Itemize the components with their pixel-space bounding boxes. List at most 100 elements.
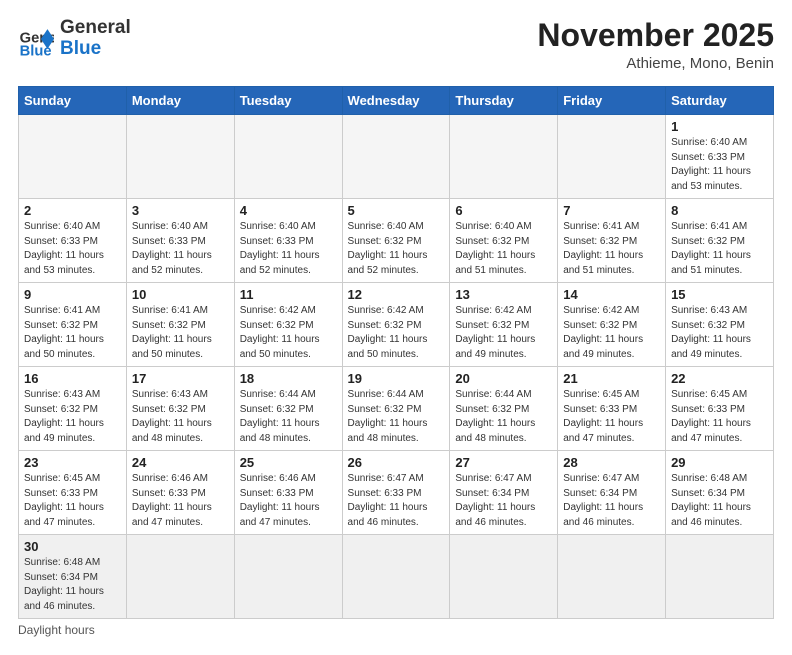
- day-number: 6: [455, 203, 552, 218]
- weekday-header-friday: Friday: [558, 87, 666, 115]
- calendar-cell: 7 Sunrise: 6:41 AM Sunset: 6:32 PM Daylig…: [558, 199, 666, 283]
- day-info: Sunrise: 6:44 AM Sunset: 6:32 PM Dayligh…: [240, 388, 337, 446]
- day-number: 19: [348, 371, 445, 386]
- day-number: 20: [455, 371, 552, 386]
- calendar-cell: [126, 115, 234, 199]
- calendar-week-row: 30 Sunrise: 6:48 AM Sunset: 6:34 PM Dayli…: [19, 535, 774, 619]
- day-info: Sunrise: 6:42 AM Sunset: 6:32 PM Dayligh…: [563, 304, 660, 362]
- weekday-header-row: SundayMondayTuesdayWednesdayThursdayFrid…: [19, 87, 774, 115]
- logo-general-text: General: [60, 18, 131, 39]
- day-info: Sunrise: 6:41 AM Sunset: 6:32 PM Dayligh…: [24, 304, 121, 362]
- day-number: 17: [132, 371, 229, 386]
- calendar-cell: 25 Sunrise: 6:46 AM Sunset: 6:33 PM Dayli…: [234, 451, 342, 535]
- day-number: 7: [563, 203, 660, 218]
- calendar-cell: 28Sunrise: 6:47 AM Sunset: 6:34 PM Dayli…: [558, 451, 666, 535]
- day-number: 4: [240, 203, 337, 218]
- calendar-cell: [126, 535, 234, 619]
- calendar-cell: 19 Sunrise: 6:44 AM Sunset: 6:32 PM Dayli…: [342, 367, 450, 451]
- day-info: Sunrise: 6:46 AM Sunset: 6:33 PM Dayligh…: [132, 472, 229, 530]
- day-info: Sunrise: 6:40 AM Sunset: 6:33 PM Dayligh…: [132, 220, 229, 278]
- day-info: Sunrise: 6:45 AM Sunset: 6:33 PM Dayligh…: [563, 388, 660, 446]
- day-number: 1: [671, 119, 768, 134]
- calendar-cell: 16 Sunrise: 6:43 AM Sunset: 6:32 PM Dayli…: [19, 367, 127, 451]
- calendar-cell: [450, 115, 558, 199]
- calendar-cell: [19, 115, 127, 199]
- calendar-cell: 26 Sunrise: 6:47 AM Sunset: 6:33 PM Dayli…: [342, 451, 450, 535]
- day-number: 26: [348, 455, 445, 470]
- calendar-cell: 22 Sunrise: 6:45 AM Sunset: 6:33 PM Dayli…: [666, 367, 774, 451]
- calendar-cell: 11 Sunrise: 6:42 AM Sunset: 6:32 PM Dayli…: [234, 283, 342, 367]
- day-info: Sunrise: 6:47 AM Sunset: 6:33 PM Dayligh…: [348, 472, 445, 530]
- calendar-week-row: 16 Sunrise: 6:43 AM Sunset: 6:32 PM Dayli…: [19, 367, 774, 451]
- calendar-week-row: 9Sunrise: 6:41 AM Sunset: 6:32 PM Daylig…: [19, 283, 774, 367]
- logo-blue-text: Blue: [60, 39, 131, 60]
- calendar-cell: 13Sunrise: 6:42 AM Sunset: 6:32 PM Dayli…: [450, 283, 558, 367]
- day-info: Sunrise: 6:44 AM Sunset: 6:32 PM Dayligh…: [348, 388, 445, 446]
- day-info: Sunrise: 6:47 AM Sunset: 6:34 PM Dayligh…: [563, 472, 660, 530]
- calendar-cell: [342, 115, 450, 199]
- day-info: Sunrise: 6:44 AM Sunset: 6:32 PM Dayligh…: [455, 388, 552, 446]
- calendar-cell: 27Sunrise: 6:47 AM Sunset: 6:34 PM Dayli…: [450, 451, 558, 535]
- day-info: Sunrise: 6:48 AM Sunset: 6:34 PM Dayligh…: [24, 556, 121, 614]
- calendar-cell: [450, 535, 558, 619]
- calendar-cell: 17Sunrise: 6:43 AM Sunset: 6:32 PM Dayli…: [126, 367, 234, 451]
- day-number: 5: [348, 203, 445, 218]
- weekday-header-thursday: Thursday: [450, 87, 558, 115]
- day-info: Sunrise: 6:42 AM Sunset: 6:32 PM Dayligh…: [455, 304, 552, 362]
- day-info: Sunrise: 6:41 AM Sunset: 6:32 PM Dayligh…: [671, 220, 768, 278]
- calendar-cell: 20 Sunrise: 6:44 AM Sunset: 6:32 PM Dayli…: [450, 367, 558, 451]
- calendar-cell: 12Sunrise: 6:42 AM Sunset: 6:32 PM Dayli…: [342, 283, 450, 367]
- calendar-cell: 23Sunrise: 6:45 AM Sunset: 6:33 PM Dayli…: [19, 451, 127, 535]
- calendar-cell: 2 Sunrise: 6:40 AM Sunset: 6:33 PM Daylig…: [19, 199, 127, 283]
- day-info: Sunrise: 6:40 AM Sunset: 6:33 PM Dayligh…: [24, 220, 121, 278]
- title-block: November 2025 Athieme, Mono, Benin: [537, 18, 774, 72]
- day-info: Sunrise: 6:43 AM Sunset: 6:32 PM Dayligh…: [24, 388, 121, 446]
- calendar-cell: 10 Sunrise: 6:41 AM Sunset: 6:32 PM Dayli…: [126, 283, 234, 367]
- day-number: 25: [240, 455, 337, 470]
- day-number: 22: [671, 371, 768, 386]
- calendar-cell: 18 Sunrise: 6:44 AM Sunset: 6:32 PM Dayli…: [234, 367, 342, 451]
- calendar-cell: 3Sunrise: 6:40 AM Sunset: 6:33 PM Daylig…: [126, 199, 234, 283]
- day-number: 2: [24, 203, 121, 218]
- day-number: 29: [671, 455, 768, 470]
- calendar-cell: 24 Sunrise: 6:46 AM Sunset: 6:33 PM Dayli…: [126, 451, 234, 535]
- day-info: Sunrise: 6:46 AM Sunset: 6:33 PM Dayligh…: [240, 472, 337, 530]
- calendar-cell: 6Sunrise: 6:40 AM Sunset: 6:32 PM Daylig…: [450, 199, 558, 283]
- weekday-header-tuesday: Tuesday: [234, 87, 342, 115]
- calendar-cell: [342, 535, 450, 619]
- calendar-cell: [234, 115, 342, 199]
- footer: Daylight hours: [18, 623, 774, 637]
- day-info: Sunrise: 6:42 AM Sunset: 6:32 PM Dayligh…: [240, 304, 337, 362]
- day-info: Sunrise: 6:41 AM Sunset: 6:32 PM Dayligh…: [132, 304, 229, 362]
- calendar-cell: 30 Sunrise: 6:48 AM Sunset: 6:34 PM Dayli…: [19, 535, 127, 619]
- calendar-cell: 4Sunrise: 6:40 AM Sunset: 6:33 PM Daylig…: [234, 199, 342, 283]
- calendar-cell: 8 Sunrise: 6:41 AM Sunset: 6:32 PM Daylig…: [666, 199, 774, 283]
- calendar-cell: [558, 535, 666, 619]
- day-info: Sunrise: 6:42 AM Sunset: 6:32 PM Dayligh…: [348, 304, 445, 362]
- calendar-cell: 9Sunrise: 6:41 AM Sunset: 6:32 PM Daylig…: [19, 283, 127, 367]
- day-info: Sunrise: 6:48 AM Sunset: 6:34 PM Dayligh…: [671, 472, 768, 530]
- day-number: 8: [671, 203, 768, 218]
- day-number: 14: [563, 287, 660, 302]
- day-info: Sunrise: 6:41 AM Sunset: 6:32 PM Dayligh…: [563, 220, 660, 278]
- calendar-week-row: 23Sunrise: 6:45 AM Sunset: 6:33 PM Dayli…: [19, 451, 774, 535]
- day-number: 18: [240, 371, 337, 386]
- day-number: 10: [132, 287, 229, 302]
- weekday-header-wednesday: Wednesday: [342, 87, 450, 115]
- daylight-label: Daylight hours: [18, 623, 95, 637]
- day-number: 21: [563, 371, 660, 386]
- day-number: 16: [24, 371, 121, 386]
- day-info: Sunrise: 6:45 AM Sunset: 6:33 PM Dayligh…: [671, 388, 768, 446]
- weekday-header-saturday: Saturday: [666, 87, 774, 115]
- calendar-week-row: 1Sunrise: 6:40 AM Sunset: 6:33 PM Daylig…: [19, 115, 774, 199]
- calendar-cell: [234, 535, 342, 619]
- calendar-cell: [666, 535, 774, 619]
- calendar-cell: 21 Sunrise: 6:45 AM Sunset: 6:33 PM Dayli…: [558, 367, 666, 451]
- logo-icon: General Blue: [18, 21, 54, 57]
- day-number: 24: [132, 455, 229, 470]
- day-number: 11: [240, 287, 337, 302]
- calendar-cell: 29 Sunrise: 6:48 AM Sunset: 6:34 PM Dayli…: [666, 451, 774, 535]
- day-info: Sunrise: 6:43 AM Sunset: 6:32 PM Dayligh…: [671, 304, 768, 362]
- calendar-cell: [558, 115, 666, 199]
- day-number: 30: [24, 539, 121, 554]
